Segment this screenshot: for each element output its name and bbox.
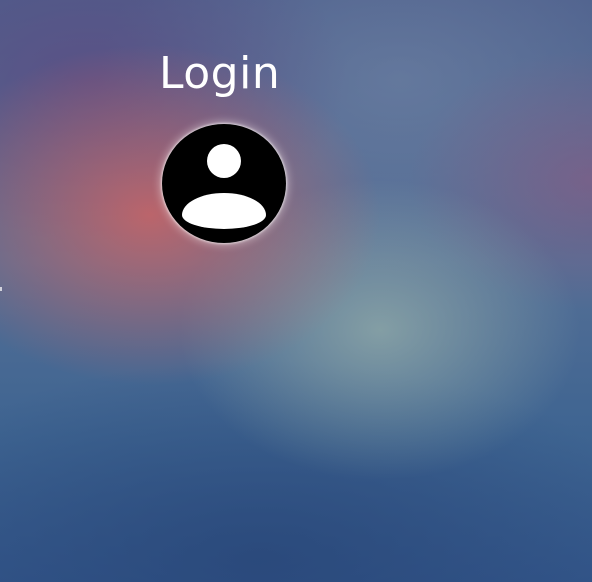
page-title: Login <box>159 48 281 99</box>
edge-mark <box>0 287 2 291</box>
user-icon <box>182 144 266 229</box>
avatar-login-button[interactable] <box>162 124 286 243</box>
